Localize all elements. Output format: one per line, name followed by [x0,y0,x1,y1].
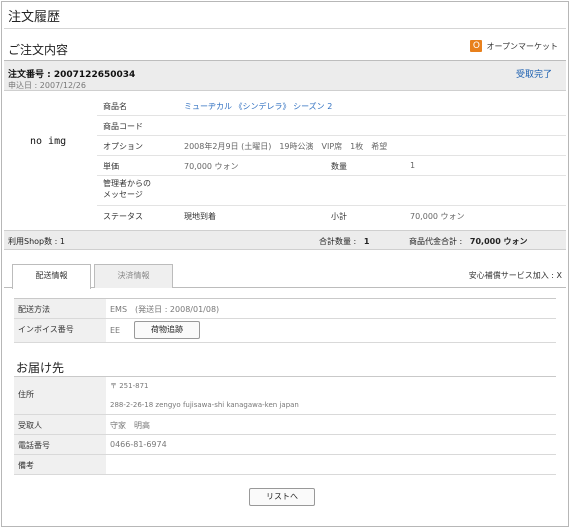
phone-label: 電話番号 [14,435,106,454]
detail-row-product-name: 商品名 ミューヂカル 《シンデレラ》 シーズン 2 [97,96,566,116]
total-amount-label: 商品代金合計 : [409,237,463,246]
address-label: 住所 [14,377,106,414]
order-number: 注文番号 : 2007122650034 [8,67,135,80]
recipient-value: 守家 明高 [110,421,150,430]
order-status-link[interactable]: 受取完了 [516,67,552,80]
product-name-label: 商品名 [103,102,127,111]
admin-message-label: 管理者からの メッセージ [103,178,151,200]
detail-row-price: 単価 70,000 ウォン 数量 1 [97,156,566,176]
track-package-button[interactable]: 荷物追跡 [134,321,200,339]
order-date-label: 申込日 : [8,81,38,90]
product-detail-table: 商品名 ミューヂカル 《シンデレラ》 シーズン 2 商品コード オプション 20… [97,96,566,226]
detail-row-product-code: 商品コード [97,116,566,136]
order-header: 注文番号 : 2007122650034 申込日 : 2007/12/26 受取… [4,60,566,91]
shipping-table: 配送方法 EMS (発送日 : 2008/01/08) インボイス番号 EE 荷… [14,298,556,343]
invoice-label: インボイス番号 [14,319,106,342]
status-value: 現地到着 [184,212,216,221]
insurance-status: 安心補償サービス加入 : X [468,271,562,280]
address-postal-code: 〒 251-871 [110,382,149,390]
option-label: オプション [103,142,143,151]
quantity-value: 1 [410,161,416,170]
admin-message-label-line2: メッセージ [103,190,143,199]
note-row: 備考 [14,455,556,475]
shipping-method-label: 配送方法 [14,299,106,318]
phone-row: 電話番号 0466-81-6974 [14,435,556,455]
phone-value: 0466-81-6974 [110,440,167,449]
recipient-row: 受取人 守家 明高 [14,415,556,435]
detail-row-status: ステータス 現地到着 小計 70,000 ウォン [97,206,566,226]
invoice-value: EE [110,326,121,335]
open-market-icon: O [470,40,483,52]
delivery-section-title: お届け先 [16,361,65,375]
detail-row-admin-message: 管理者からの メッセージ [97,176,566,206]
admin-message-label-line1: 管理者からの [103,179,151,188]
price-value: 70,000 ウォン [184,162,239,171]
subtotal-label: 小計 [331,212,347,221]
shipping-method-value: EMS (発送日 : 2008/01/08) [110,305,220,314]
subtotal-value: 70,000 ウォン [410,212,465,221]
total-quantity: 合計数量 : 1 [319,236,369,247]
address-street: 288-2-26-18 zengyo fujisawa-shi kanagawa… [110,401,299,409]
open-market-link[interactable]: O オープンマーケット [470,40,558,52]
title-divider [4,28,566,29]
product-code-label: 商品コード [103,122,143,131]
detail-row-option: オプション 2008年2月9日 (土曜日) 19時公演 VIP席 1枚 希望 [97,136,566,156]
page-title: 注文履歴 [8,10,61,25]
order-date: 申込日 : 2007/12/26 [8,80,86,91]
option-value: 2008年2月9日 (土曜日) 19時公演 VIP席 1枚 希望 [184,142,388,151]
order-date-value: 2007/12/26 [39,81,86,90]
address-row: 住所 〒 251-871 288-2-26-18 zengyo fujisawa… [14,377,556,415]
tab-payment-info[interactable]: 決済情報 [94,264,173,288]
section-title: ご注文内容 [8,43,69,57]
invoice-row: インボイス番号 EE 荷物追跡 [14,319,556,343]
total-quantity-value: 1 [363,237,370,246]
note-label: 備考 [14,455,106,474]
status-label: ステータス [103,212,143,221]
quantity-label: 数量 [331,162,347,171]
shop-count: 利用Shop数 : 1 [8,237,65,246]
product-name-link[interactable]: ミューヂカル 《シンデレラ》 シーズン 2 [184,101,332,112]
price-label: 単価 [103,162,119,171]
delivery-table: 住所 〒 251-871 288-2-26-18 zengyo fujisawa… [14,376,556,475]
recipient-label: 受取人 [14,415,106,434]
total-amount-value: 70,000 ウォン [469,237,528,246]
open-market-label: オープンマーケット [486,41,558,51]
tab-shipping-info[interactable]: 配送情報 [12,264,91,289]
order-summary-bar: 利用Shop数 : 1 合計数量 : 1 商品代金合計 : 70,000 ウォン [4,230,566,250]
order-number-label: 注文番号 : [8,70,51,80]
total-amount: 商品代金合計 : 70,000 ウォン [409,236,528,247]
back-to-list-button[interactable]: リストへ [249,488,315,506]
info-tabs: 配送情報 決済情報 安心補償サービス加入 : X [4,264,566,289]
order-number-value: 2007122650034 [53,70,136,80]
product-image-placeholder: no img [30,136,67,147]
shipping-method-row: 配送方法 EMS (発送日 : 2008/01/08) [14,299,556,319]
total-quantity-label: 合計数量 : [319,237,357,246]
